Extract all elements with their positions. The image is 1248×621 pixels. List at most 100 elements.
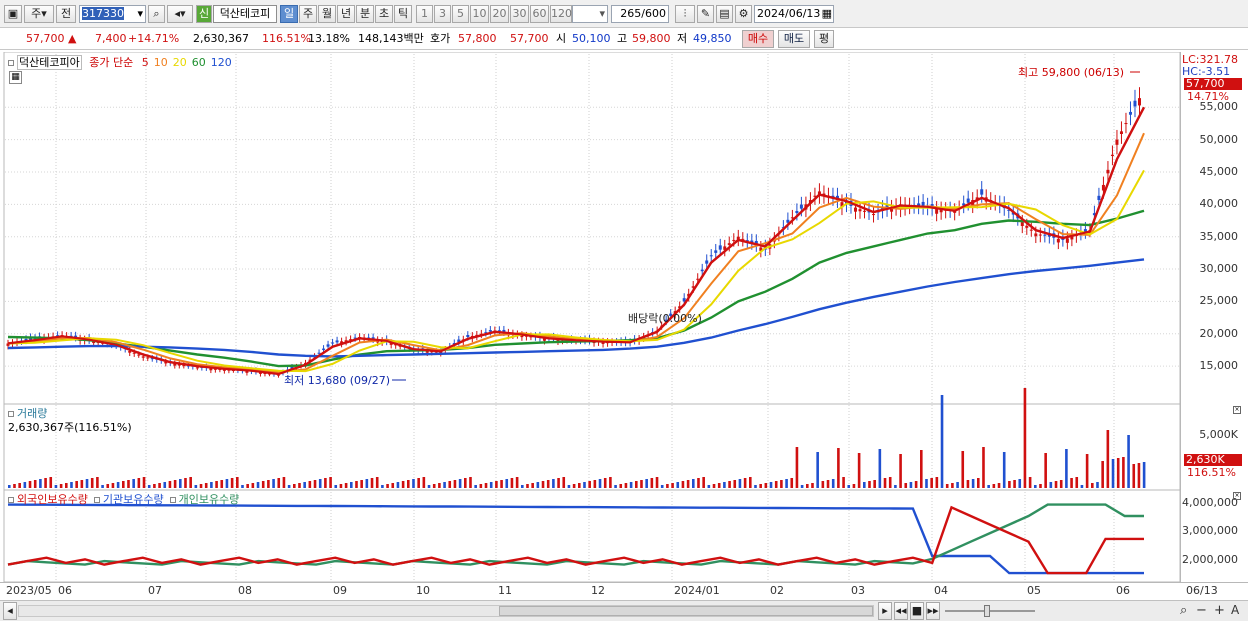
volume-bar <box>847 485 851 488</box>
interval-button[interactable]: 60 <box>530 5 549 23</box>
volume-bar <box>888 477 892 488</box>
sell-button[interactable]: 매도 <box>778 30 810 48</box>
tools-icon[interactable]: ✎ <box>697 5 714 23</box>
stock-name[interactable]: 덕산테코피 <box>213 5 277 23</box>
candle-body <box>488 330 492 332</box>
count-field[interactable]: 265/600 <box>611 5 669 23</box>
period-button[interactable]: 전 <box>56 5 76 23</box>
zoom-in-icon[interactable]: ⌕ <box>1180 603 1187 618</box>
volume-bar <box>546 480 550 488</box>
volume-bar <box>220 480 224 488</box>
panel-close-icon[interactable]: × <box>1233 406 1241 414</box>
volume-bar <box>18 483 21 488</box>
volume-bar <box>438 483 441 488</box>
volume-last-pct: 116.51% <box>1187 466 1236 479</box>
blank-select[interactable]: ▾ <box>572 5 608 23</box>
interval-button[interactable]: 30 <box>510 5 529 23</box>
volume-bar <box>982 447 985 488</box>
candle-body <box>863 210 867 212</box>
volume-bar <box>764 483 768 488</box>
bid-price: 57,700 <box>510 32 549 45</box>
volume-bar <box>526 484 529 488</box>
volume-bar <box>987 485 990 488</box>
volume-bar <box>303 482 306 488</box>
search-icon[interactable]: ⌕ <box>148 5 165 23</box>
volume-bar <box>59 484 63 488</box>
candle-icon[interactable]: ⫶ <box>675 5 695 23</box>
volume-bar <box>298 483 301 488</box>
price-axis: LC:321.78 HC:-3.51 57,700 14.71% 55,000 5… <box>1180 52 1244 404</box>
volume-axis: 5,000K 2,630K 116.51% <box>1180 404 1244 490</box>
forward-icon[interactable]: ▸▸ <box>926 602 940 620</box>
candle-body <box>980 189 984 195</box>
high-label: 고 <box>617 32 628 45</box>
date-input[interactable]: 2024/06/13 ▦ <box>754 5 834 23</box>
candle-body <box>696 278 700 280</box>
font-icon[interactable]: A <box>1231 603 1239 617</box>
scrollbar-thumb[interactable] <box>499 606 873 616</box>
scroll-left-icon[interactable]: ◂ <box>3 602 17 620</box>
legend-box <box>169 497 176 503</box>
interval-button[interactable]: 120 <box>550 5 572 23</box>
volume-bar <box>65 483 68 488</box>
rewind-icon[interactable]: ◂◂ <box>894 602 908 620</box>
plus-icon[interactable]: + <box>1214 603 1225 618</box>
table-icon[interactable]: ▦ <box>9 71 22 84</box>
volume-bar <box>1080 485 1084 488</box>
gear-icon[interactable]: ⚙ <box>735 5 752 23</box>
volume-bar <box>272 479 275 488</box>
period-tab[interactable]: 일 <box>280 5 298 23</box>
interval-button[interactable]: 10 <box>470 5 489 23</box>
interval-button[interactable]: 1 <box>416 5 433 23</box>
chart-area[interactable]: 최고 59,800 (06/13) 최저 13,680 (09/27) 배당락(0.… <box>0 52 1180 600</box>
speaker-icon[interactable]: ◂▾ <box>167 5 193 23</box>
volume-bar <box>536 482 540 488</box>
interval-button[interactable]: 5 <box>452 5 469 23</box>
legend-box <box>8 411 14 417</box>
scroll-right-icon[interactable]: ▸ <box>878 602 892 620</box>
zoom-handle[interactable] <box>984 605 990 617</box>
minus-icon[interactable]: − <box>1196 603 1207 618</box>
volume-bar <box>111 483 115 488</box>
interval-button[interactable]: 20 <box>490 5 509 23</box>
panel-close-icon[interactable]: × <box>1233 492 1241 500</box>
volume-bar <box>142 477 146 488</box>
volume-bar <box>940 395 944 488</box>
volume-bar <box>163 482 167 488</box>
type-select[interactable]: 주▾ <box>24 5 54 23</box>
amount: 148,143백만 <box>358 32 424 45</box>
volume-bar <box>909 482 913 488</box>
volume-bar <box>339 484 343 488</box>
volume-bar <box>707 485 711 488</box>
period-tab[interactable]: 분 <box>356 5 374 23</box>
period-tab[interactable]: 월 <box>318 5 336 23</box>
save-icon[interactable]: ▤ <box>716 5 733 23</box>
buy-button[interactable]: 매수 <box>742 30 774 48</box>
volume-bar <box>1059 480 1063 488</box>
volume-bar <box>759 484 762 488</box>
volume-bar <box>96 477 99 488</box>
ma-label: 종가 단순 <box>89 56 134 69</box>
stop-icon[interactable]: ■ <box>910 602 924 620</box>
volume-bar <box>624 483 628 488</box>
volume-bar <box>153 484 156 488</box>
scrollbar-track[interactable] <box>18 605 874 617</box>
window-icon[interactable]: ▣ <box>4 5 22 23</box>
eval-button[interactable]: 평 <box>814 30 834 48</box>
period-tab[interactable]: 주 <box>299 5 317 23</box>
volume-bar <box>743 478 747 488</box>
period-tab[interactable]: 초 <box>375 5 393 23</box>
volume-bar <box>821 481 825 488</box>
volume-bar <box>469 477 472 488</box>
low-label: 저 <box>677 32 688 45</box>
volume-bar <box>702 477 705 488</box>
interval-button[interactable]: 3 <box>434 5 451 23</box>
open-price: 50,100 <box>572 32 611 45</box>
zoom-slider[interactable] <box>945 610 1035 612</box>
period-tab[interactable]: 틱 <box>394 5 412 23</box>
price-tick: 15,000 <box>1199 359 1239 373</box>
ma-period: 10 <box>153 56 168 69</box>
code-input[interactable]: 317330 ▾ <box>79 5 146 23</box>
candle-body <box>1137 98 1141 106</box>
period-tab[interactable]: 년 <box>337 5 355 23</box>
